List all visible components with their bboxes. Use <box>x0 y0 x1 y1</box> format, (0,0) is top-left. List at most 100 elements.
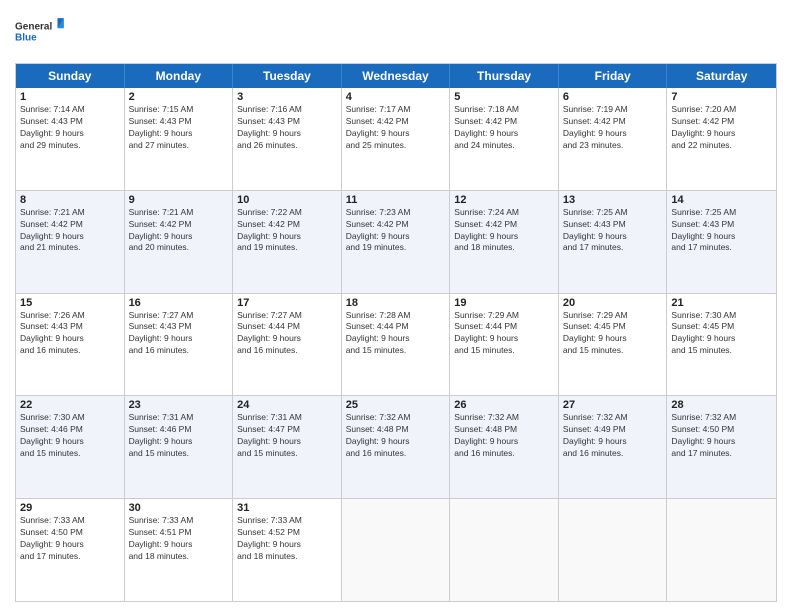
cell-info: Sunrise: 7:27 AMSunset: 4:43 PMDaylight:… <box>129 310 194 356</box>
day-number: 5 <box>454 91 554 103</box>
calendar-cell: 22 Sunrise: 7:30 AMSunset: 4:46 PMDaylig… <box>16 396 125 498</box>
page-header: General Blue <box>15 10 777 55</box>
day-number: 17 <box>237 297 337 309</box>
cell-info: Sunrise: 7:24 AMSunset: 4:42 PMDaylight:… <box>454 207 519 253</box>
header-sunday: Sunday <box>16 64 125 88</box>
calendar-cell: 16 Sunrise: 7:27 AMSunset: 4:43 PMDaylig… <box>125 294 234 396</box>
day-number: 8 <box>20 194 120 206</box>
header-monday: Monday <box>125 64 234 88</box>
cell-info: Sunrise: 7:17 AMSunset: 4:42 PMDaylight:… <box>346 104 411 150</box>
cell-info: Sunrise: 7:30 AMSunset: 4:45 PMDaylight:… <box>671 310 736 356</box>
calendar-cell: 7 Sunrise: 7:20 AMSunset: 4:42 PMDayligh… <box>667 88 776 190</box>
cell-info: Sunrise: 7:25 AMSunset: 4:43 PMDaylight:… <box>671 207 736 253</box>
cell-info: Sunrise: 7:28 AMSunset: 4:44 PMDaylight:… <box>346 310 411 356</box>
day-number: 30 <box>129 502 229 514</box>
svg-text:Blue: Blue <box>15 33 37 44</box>
day-number: 26 <box>454 399 554 411</box>
day-number: 7 <box>671 91 772 103</box>
header-tuesday: Tuesday <box>233 64 342 88</box>
calendar-cell: 1 Sunrise: 7:14 AMSunset: 4:43 PMDayligh… <box>16 88 125 190</box>
cell-info: Sunrise: 7:16 AMSunset: 4:43 PMDaylight:… <box>237 104 302 150</box>
calendar-row-2: 8 Sunrise: 7:21 AMSunset: 4:42 PMDayligh… <box>16 191 776 294</box>
day-number: 18 <box>346 297 446 309</box>
calendar-cell: 19 Sunrise: 7:29 AMSunset: 4:44 PMDaylig… <box>450 294 559 396</box>
cell-info: Sunrise: 7:33 AMSunset: 4:52 PMDaylight:… <box>237 515 302 561</box>
cell-info: Sunrise: 7:33 AMSunset: 4:51 PMDaylight:… <box>129 515 194 561</box>
day-number: 15 <box>20 297 120 309</box>
cell-info: Sunrise: 7:29 AMSunset: 4:45 PMDaylight:… <box>563 310 628 356</box>
cell-info: Sunrise: 7:30 AMSunset: 4:46 PMDaylight:… <box>20 412 85 458</box>
day-number: 31 <box>237 502 337 514</box>
day-number: 3 <box>237 91 337 103</box>
cell-info: Sunrise: 7:29 AMSunset: 4:44 PMDaylight:… <box>454 310 519 356</box>
day-number: 12 <box>454 194 554 206</box>
day-number: 25 <box>346 399 446 411</box>
day-number: 1 <box>20 91 120 103</box>
day-number: 28 <box>671 399 772 411</box>
calendar-cell: 12 Sunrise: 7:24 AMSunset: 4:42 PMDaylig… <box>450 191 559 293</box>
day-number: 9 <box>129 194 229 206</box>
calendar-cell: 5 Sunrise: 7:18 AMSunset: 4:42 PMDayligh… <box>450 88 559 190</box>
cell-info: Sunrise: 7:18 AMSunset: 4:42 PMDaylight:… <box>454 104 519 150</box>
calendar-cell <box>667 499 776 601</box>
calendar-cell: 25 Sunrise: 7:32 AMSunset: 4:48 PMDaylig… <box>342 396 451 498</box>
day-number: 23 <box>129 399 229 411</box>
day-number: 29 <box>20 502 120 514</box>
calendar-cell: 31 Sunrise: 7:33 AMSunset: 4:52 PMDaylig… <box>233 499 342 601</box>
day-number: 11 <box>346 194 446 206</box>
calendar-cell <box>342 499 451 601</box>
cell-info: Sunrise: 7:23 AMSunset: 4:42 PMDaylight:… <box>346 207 411 253</box>
calendar: Sunday Monday Tuesday Wednesday Thursday… <box>15 63 777 602</box>
header-thursday: Thursday <box>450 64 559 88</box>
calendar-cell: 20 Sunrise: 7:29 AMSunset: 4:45 PMDaylig… <box>559 294 668 396</box>
day-number: 6 <box>563 91 663 103</box>
day-number: 16 <box>129 297 229 309</box>
day-number: 21 <box>671 297 772 309</box>
calendar-cell: 14 Sunrise: 7:25 AMSunset: 4:43 PMDaylig… <box>667 191 776 293</box>
calendar-cell: 17 Sunrise: 7:27 AMSunset: 4:44 PMDaylig… <box>233 294 342 396</box>
cell-info: Sunrise: 7:32 AMSunset: 4:48 PMDaylight:… <box>346 412 411 458</box>
calendar-cell: 30 Sunrise: 7:33 AMSunset: 4:51 PMDaylig… <box>125 499 234 601</box>
logo-svg: General Blue <box>15 10 65 55</box>
calendar-cell: 28 Sunrise: 7:32 AMSunset: 4:50 PMDaylig… <box>667 396 776 498</box>
calendar-cell: 9 Sunrise: 7:21 AMSunset: 4:42 PMDayligh… <box>125 191 234 293</box>
cell-info: Sunrise: 7:21 AMSunset: 4:42 PMDaylight:… <box>129 207 194 253</box>
cell-info: Sunrise: 7:19 AMSunset: 4:42 PMDaylight:… <box>563 104 628 150</box>
calendar-header: Sunday Monday Tuesday Wednesday Thursday… <box>16 64 776 88</box>
calendar-cell: 21 Sunrise: 7:30 AMSunset: 4:45 PMDaylig… <box>667 294 776 396</box>
cell-info: Sunrise: 7:27 AMSunset: 4:44 PMDaylight:… <box>237 310 302 356</box>
day-number: 20 <box>563 297 663 309</box>
day-number: 13 <box>563 194 663 206</box>
day-number: 27 <box>563 399 663 411</box>
cell-info: Sunrise: 7:32 AMSunset: 4:49 PMDaylight:… <box>563 412 628 458</box>
calendar-cell: 8 Sunrise: 7:21 AMSunset: 4:42 PMDayligh… <box>16 191 125 293</box>
day-number: 2 <box>129 91 229 103</box>
day-number: 24 <box>237 399 337 411</box>
header-saturday: Saturday <box>667 64 776 88</box>
calendar-cell: 18 Sunrise: 7:28 AMSunset: 4:44 PMDaylig… <box>342 294 451 396</box>
cell-info: Sunrise: 7:33 AMSunset: 4:50 PMDaylight:… <box>20 515 85 561</box>
calendar-cell <box>559 499 668 601</box>
cell-info: Sunrise: 7:31 AMSunset: 4:46 PMDaylight:… <box>129 412 194 458</box>
calendar-cell: 6 Sunrise: 7:19 AMSunset: 4:42 PMDayligh… <box>559 88 668 190</box>
cell-info: Sunrise: 7:25 AMSunset: 4:43 PMDaylight:… <box>563 207 628 253</box>
cell-info: Sunrise: 7:32 AMSunset: 4:50 PMDaylight:… <box>671 412 736 458</box>
header-friday: Friday <box>559 64 668 88</box>
cell-info: Sunrise: 7:21 AMSunset: 4:42 PMDaylight:… <box>20 207 85 253</box>
cell-info: Sunrise: 7:31 AMSunset: 4:47 PMDaylight:… <box>237 412 302 458</box>
calendar-cell: 23 Sunrise: 7:31 AMSunset: 4:46 PMDaylig… <box>125 396 234 498</box>
day-number: 14 <box>671 194 772 206</box>
day-number: 4 <box>346 91 446 103</box>
cell-info: Sunrise: 7:15 AMSunset: 4:43 PMDaylight:… <box>129 104 194 150</box>
day-number: 10 <box>237 194 337 206</box>
cell-info: Sunrise: 7:32 AMSunset: 4:48 PMDaylight:… <box>454 412 519 458</box>
calendar-cell <box>450 499 559 601</box>
cell-info: Sunrise: 7:14 AMSunset: 4:43 PMDaylight:… <box>20 104 85 150</box>
logo: General Blue <box>15 10 65 55</box>
calendar-row-3: 15 Sunrise: 7:26 AMSunset: 4:43 PMDaylig… <box>16 294 776 397</box>
calendar-cell: 24 Sunrise: 7:31 AMSunset: 4:47 PMDaylig… <box>233 396 342 498</box>
cell-info: Sunrise: 7:26 AMSunset: 4:43 PMDaylight:… <box>20 310 85 356</box>
calendar-cell: 3 Sunrise: 7:16 AMSunset: 4:43 PMDayligh… <box>233 88 342 190</box>
svg-text:General: General <box>15 21 52 32</box>
cell-info: Sunrise: 7:20 AMSunset: 4:42 PMDaylight:… <box>671 104 736 150</box>
